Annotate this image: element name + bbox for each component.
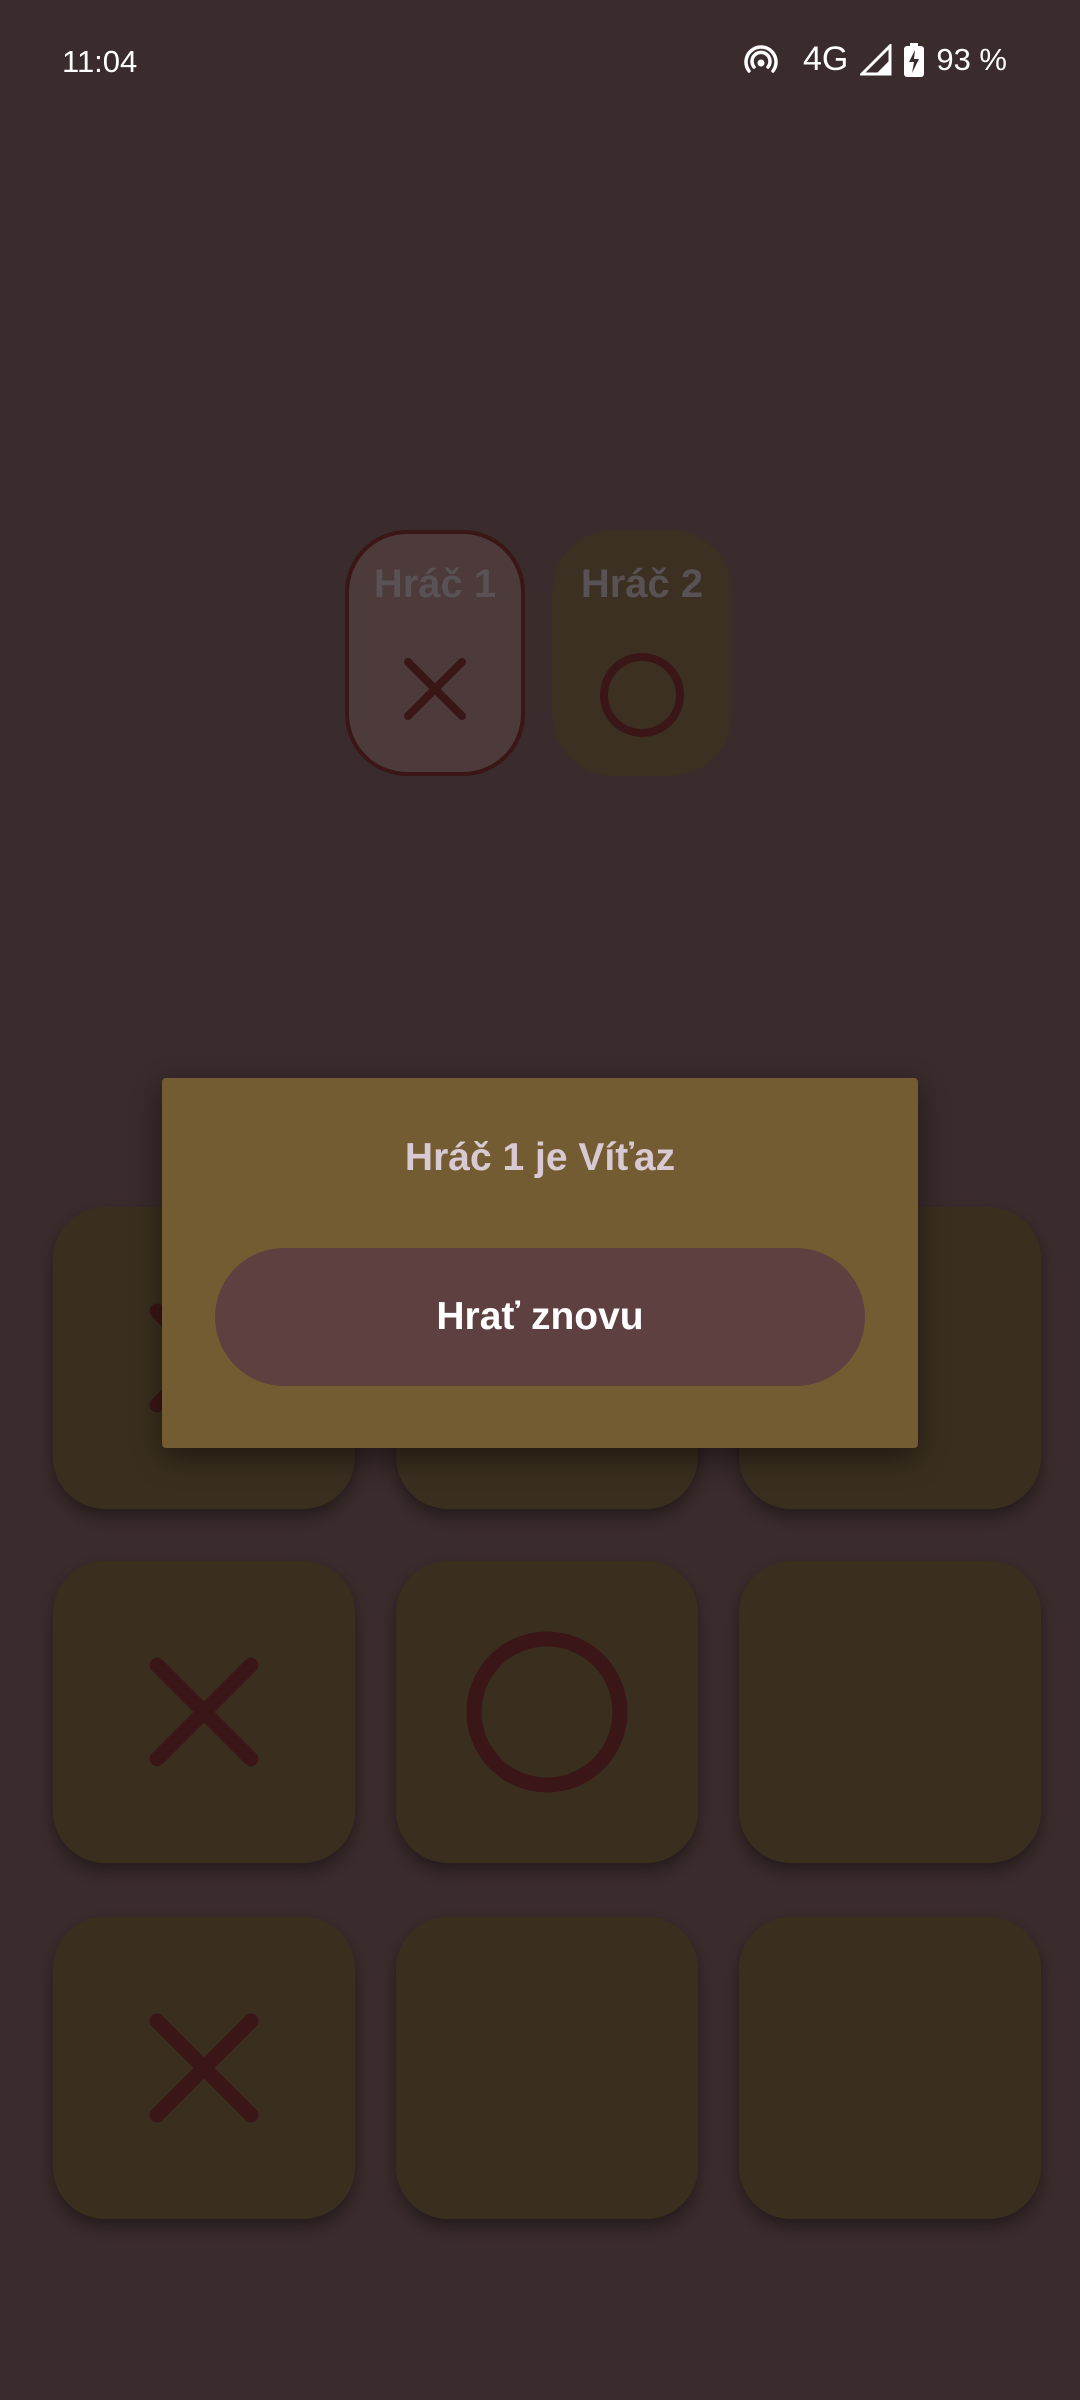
player-2-label: Hráč 2 xyxy=(580,562,704,606)
x-icon xyxy=(149,1657,259,1767)
status-icons: 4G 93 % xyxy=(743,40,1007,79)
battery-level: 93 % xyxy=(936,41,1007,77)
player-2-card[interactable]: Hráč 2 xyxy=(552,530,732,776)
hotspot-icon xyxy=(743,44,779,75)
battery-charging-icon xyxy=(904,42,925,77)
winner-dialog: Hráč 1 je Víťaz Hrať znovu xyxy=(162,1078,918,1448)
player-1-label: Hráč 1 xyxy=(373,562,497,606)
board-cell[interactable] xyxy=(53,1561,355,1863)
status-time: 11:04 xyxy=(62,44,138,79)
play-again-button[interactable]: Hrať znovu xyxy=(215,1248,865,1386)
board-cell[interactable] xyxy=(396,1561,698,1863)
board-cell[interactable] xyxy=(396,1917,698,2219)
x-icon xyxy=(400,654,470,729)
signal-icon xyxy=(860,43,892,76)
board-cell[interactable] xyxy=(739,1917,1041,2219)
o-icon xyxy=(466,1631,628,1793)
x-icon xyxy=(149,2013,259,2123)
o-icon xyxy=(597,650,687,745)
network-type: 4G xyxy=(802,40,849,78)
board-cell[interactable] xyxy=(53,1917,355,2219)
board-cell[interactable] xyxy=(739,1561,1041,1863)
status-bar: 11:04 4G 93 % xyxy=(0,0,1080,128)
winner-message: Hráč 1 je Víťaz xyxy=(404,1136,676,1179)
player-1-card[interactable]: Hráč 1 xyxy=(345,530,525,776)
